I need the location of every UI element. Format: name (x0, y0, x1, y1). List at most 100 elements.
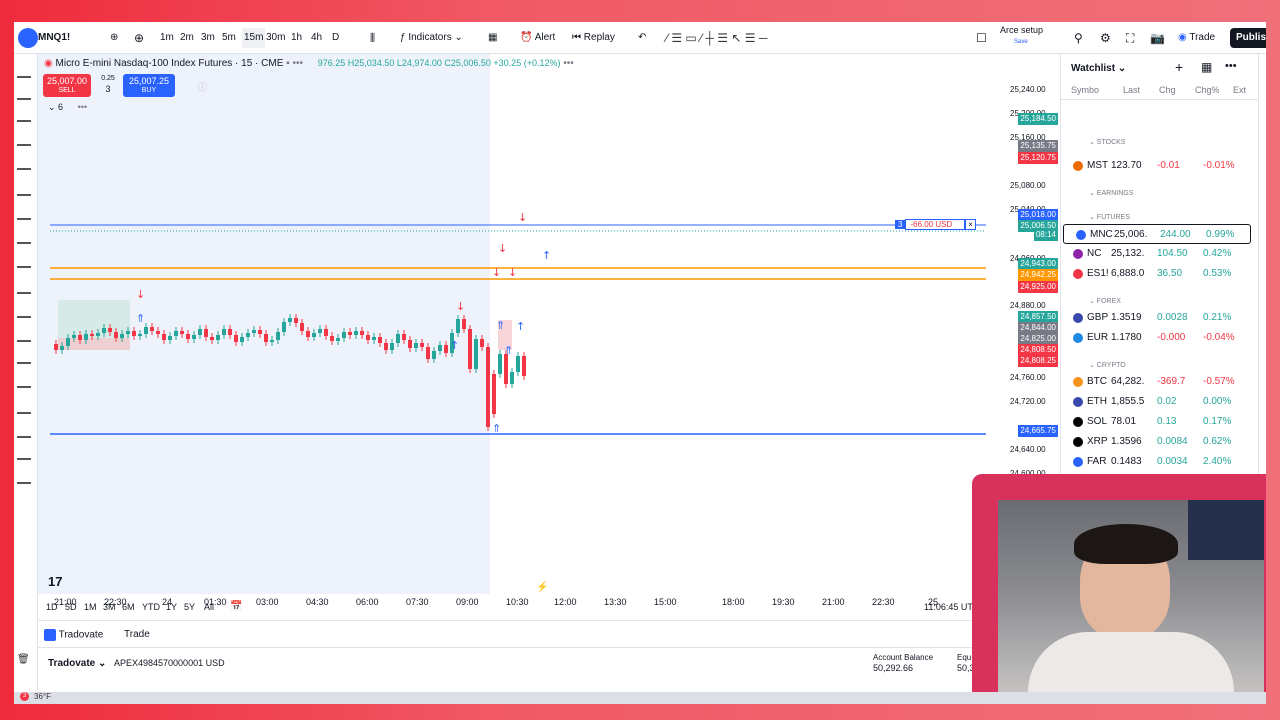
gear-icon[interactable]: ⚙ (1100, 28, 1111, 48)
section-earnings[interactable]: ⌄ EARNINGS (1089, 189, 1133, 197)
watchlist-col-4[interactable]: Ext (1233, 85, 1246, 95)
watchlist-col-3[interactable]: Chg% (1195, 85, 1220, 95)
range-All[interactable]: All (204, 602, 214, 612)
layouts-icon[interactable]: ▦ (488, 28, 497, 48)
drawing-tool-15[interactable] (17, 428, 31, 438)
drawing-tool-9[interactable] (17, 284, 31, 294)
drawing-tool-1[interactable] (17, 90, 31, 100)
drawing-tool-11[interactable] (17, 332, 31, 342)
watchlist-layout-icon[interactable]: ▦ (1201, 60, 1212, 74)
trade-tab[interactable]: Trade (124, 629, 150, 640)
replay-button[interactable]: ⏮ Replay (572, 28, 615, 48)
interval-1m[interactable]: 1m (160, 28, 174, 48)
undo-icon[interactable]: ↶ (638, 28, 646, 48)
qty-box[interactable]: 0.25 3 (98, 74, 118, 94)
sell-button[interactable]: 25,007.00 SELL (43, 74, 91, 97)
tradingview-logo[interactable]: 17 (48, 574, 62, 589)
chart-type-icon[interactable]: ⫴ (370, 28, 375, 48)
interval-3m[interactable]: 3m (201, 28, 215, 48)
drawing-tool-14[interactable] (17, 404, 31, 414)
interval-15m[interactable]: 15m (242, 28, 266, 48)
drawing-tool-12[interactable] (17, 354, 31, 364)
watchlist-row[interactable]: BTC 64,282. -369.7 -0.57% (1061, 372, 1251, 392)
camera-icon[interactable]: 📷 (1150, 28, 1165, 48)
section-futures[interactable]: ⌄ FUTURES (1089, 213, 1130, 221)
broker-selector[interactable]: Tradovate ⌄ (48, 658, 106, 669)
drawing-tool-10[interactable] (17, 308, 31, 318)
price-chart[interactable]: ↓ ⇑ ↓ ↑ ↓ ↓ ⇑ ⇑ ↓ ↑ ↑ ⇑ ↓ ◉ Micro E-mini Nasdaq-100 … (38, 54, 986, 594)
buy-button[interactable]: 25,007.25 BUY (123, 74, 175, 97)
position-line-label[interactable]: 3 -66.00 USD × (895, 219, 976, 231)
drawing-tool-5[interactable] (17, 186, 31, 196)
add-symbol-icon[interactable]: ⊕ (110, 28, 118, 48)
drawing-tool-16[interactable] (17, 450, 31, 460)
watchlist-row[interactable]: XRP 1.3596 0.0084 0.62% (1061, 432, 1251, 452)
section-stocks[interactable]: ⌄ STOCKS (1089, 138, 1125, 146)
range-1M[interactable]: 1M (84, 602, 97, 612)
avatar[interactable] (18, 28, 38, 48)
more-icon[interactable]: ••• (1225, 60, 1237, 72)
range-YTD[interactable]: YTD (142, 602, 160, 612)
section-crypto[interactable]: ⌄ CRYPTO (1089, 361, 1126, 369)
utc-clock[interactable]: 11:06:45 UT (924, 602, 973, 612)
range-1D[interactable]: 1D (46, 602, 58, 612)
section-forex[interactable]: ⌄ FOREX (1089, 297, 1121, 305)
watchlist-row[interactable]: EUR 1.1780 -0.000 -0.04% (1061, 328, 1251, 348)
interval-4h[interactable]: 4h (311, 28, 322, 48)
interval-2m[interactable]: 2m (180, 28, 194, 48)
watchlist-row[interactable]: ETH 1,855.5 0.02 0.00% (1061, 392, 1251, 412)
watchlist-row[interactable]: NC 25,132. 104.50 0.42% (1061, 244, 1251, 264)
watchlist-row[interactable]: MST 123.70 -0.01 -0.01% (1061, 156, 1251, 176)
compare-icon[interactable]: ⊕ (134, 28, 144, 48)
drawing-tool-7[interactable] (17, 234, 31, 244)
broker-tab[interactable]: Tradovate (44, 629, 103, 641)
add-symbol-icon[interactable]: + (1175, 59, 1183, 75)
drawing-tool-6[interactable] (17, 210, 31, 220)
publish-button[interactable]: Publis (1230, 28, 1266, 48)
trade-button[interactable]: ◉ Trade (1178, 28, 1215, 48)
watchlist-col-1[interactable]: Last (1123, 85, 1140, 95)
notification-badge[interactable]: 3 (20, 692, 29, 701)
layout-name-button[interactable]: Arce setup Save (1000, 24, 1043, 45)
interval-5m[interactable]: 5m (222, 28, 236, 48)
goto-realtime-icon[interactable]: ⚡ (536, 582, 548, 593)
trash-icon[interactable]: 🗑 (17, 654, 30, 665)
account-id[interactable]: APEX4984570000001 USD (114, 658, 225, 668)
info-icon[interactable]: ⓘ (198, 80, 207, 93)
search-icon[interactable]: ⚲ (1074, 28, 1083, 48)
interval-D[interactable]: D (332, 28, 339, 48)
drawing-tool-8[interactable] (17, 258, 31, 268)
chart-canvas[interactable]: ↓⇑↓↑↓↓⇑⇑↓↑↑⇑↓ (38, 54, 986, 594)
watchlist-row[interactable]: ES1! 6,888.0 36.50 0.53% (1061, 264, 1251, 284)
watchlist-col-2[interactable]: Chg (1159, 85, 1176, 95)
drawing-tool-3[interactable] (17, 136, 31, 146)
watchlist-row[interactable]: GBP 1.3519 0.0028 0.21% (1061, 308, 1251, 328)
drawing-tool-13[interactable] (17, 378, 31, 388)
fullscreen-icon[interactable]: ⛶ (1126, 28, 1134, 48)
range-3M[interactable]: 3M (103, 602, 116, 612)
indicators-button[interactable]: ƒ Indicators ⌄ (400, 28, 463, 48)
drawing-tool-0[interactable] (17, 68, 31, 78)
calendar-icon[interactable]: 📅 (230, 601, 242, 612)
alert-button[interactable]: ⏰ Alert (520, 28, 555, 48)
watchlist-title[interactable]: Watchlist ⌄ (1071, 63, 1126, 74)
interval-30m[interactable]: 30m (266, 28, 285, 48)
close-position-icon[interactable]: × (965, 219, 976, 230)
range-5D[interactable]: 5D (65, 602, 77, 612)
indicators-toggle[interactable]: ⌄ 6 ••• (48, 102, 87, 113)
weather-widget[interactable]: 36°F (34, 692, 51, 701)
range-1Y[interactable]: 1Y (166, 602, 177, 612)
watchlist-row[interactable]: FAR 0.1483 0.0034 2.40% (1061, 452, 1251, 472)
watchlist-row[interactable]: SOL 78.01 0.13 0.17% (1061, 412, 1251, 432)
checkbox-icon[interactable]: ☐ (976, 28, 987, 48)
watchlist-row[interactable]: MNC 25,006. 244.00 0.99% (1063, 224, 1251, 244)
symbol-search[interactable]: MNQ1! (38, 28, 70, 48)
watchlist-col-0[interactable]: Symbo (1071, 85, 1099, 95)
drawing-tool-4[interactable] (17, 160, 31, 170)
drawing-tool-2[interactable] (17, 112, 31, 122)
range-6M[interactable]: 6M (122, 602, 135, 612)
drawing-tool-17[interactable] (17, 474, 31, 484)
drawing-toolbar[interactable]: ⁄ ☰ ▭ ⁄ ┼ ☰ ↖ ☰ ─ (666, 28, 767, 48)
range-5Y[interactable]: 5Y (184, 602, 195, 612)
interval-1h[interactable]: 1h (291, 28, 302, 48)
